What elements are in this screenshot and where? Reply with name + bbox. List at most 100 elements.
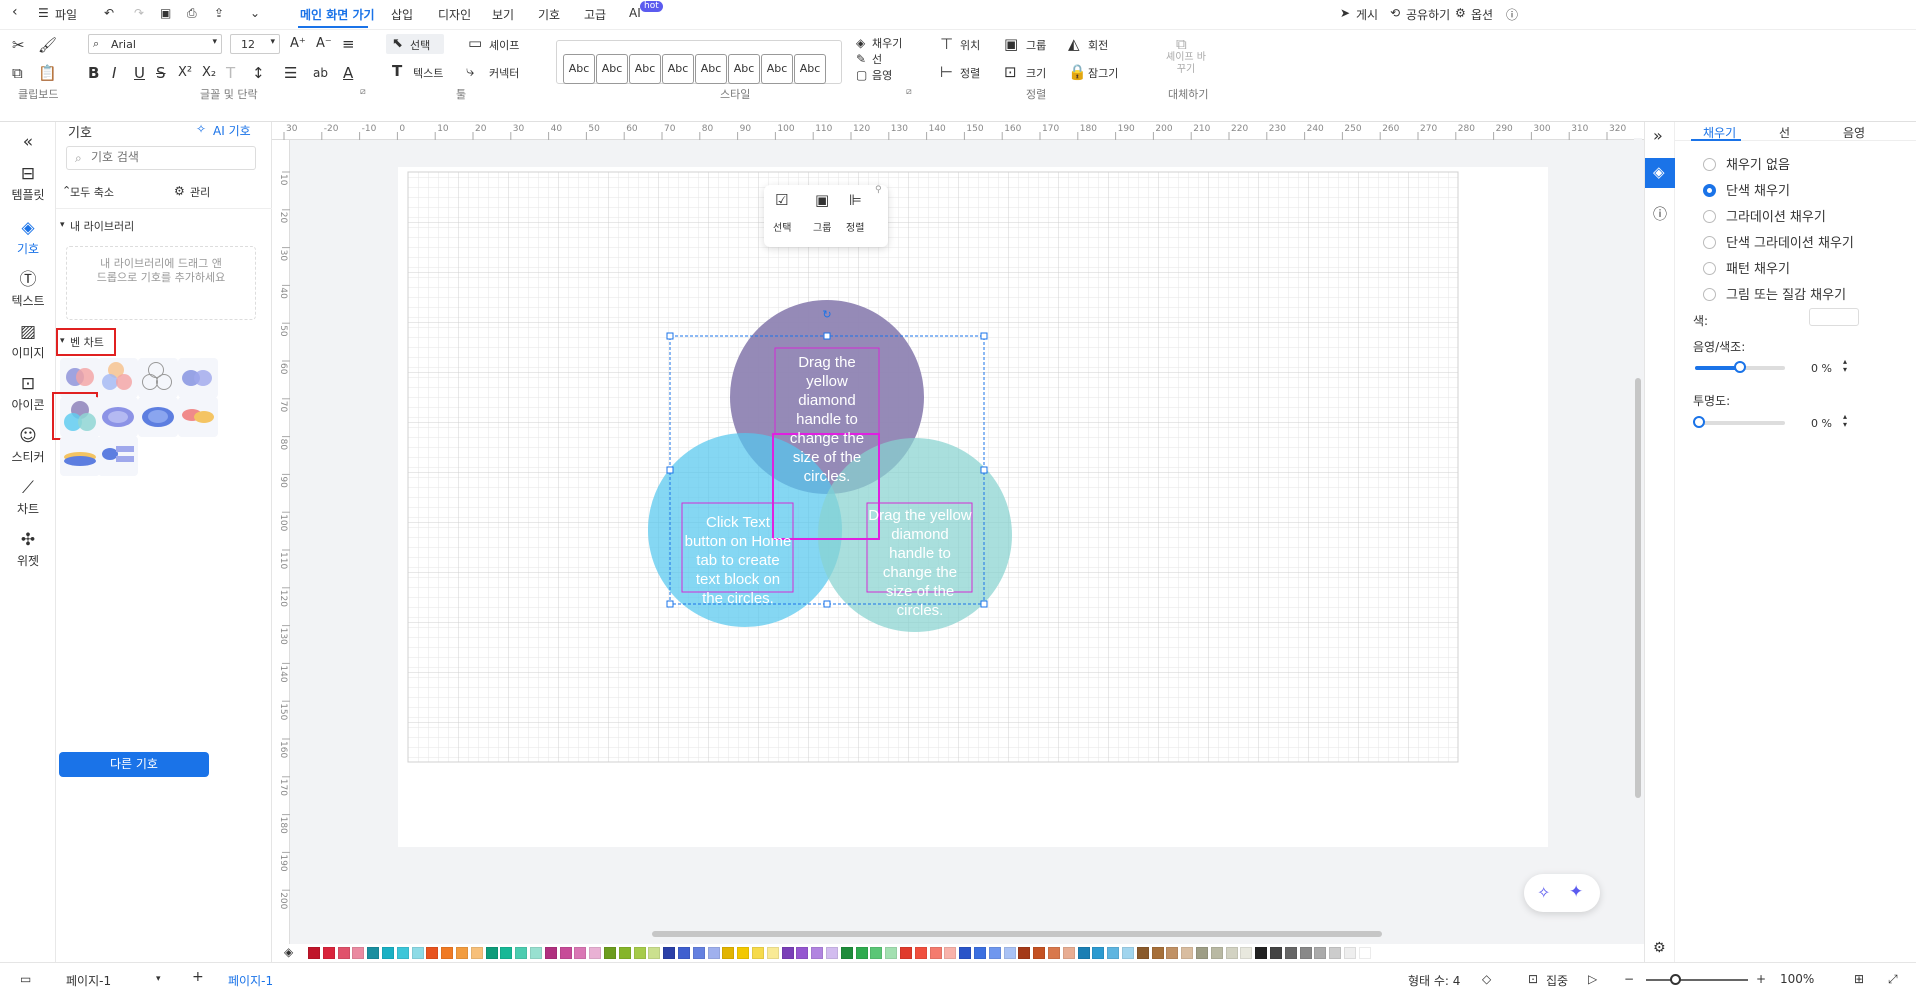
caret-down-icon[interactable]: ▾ xyxy=(60,220,65,230)
color-swatch[interactable] xyxy=(367,947,380,959)
publish-button[interactable]: 게시 xyxy=(1356,6,1378,23)
color-swatch[interactable] xyxy=(589,947,602,959)
color-swatch[interactable] xyxy=(1033,947,1046,959)
more-symbols-button[interactable]: 다른 기호 xyxy=(59,752,209,777)
sparkle-icon[interactable]: ✦ xyxy=(1569,882,1583,902)
search-box[interactable]: ⌕ xyxy=(66,146,256,170)
expand-icon[interactable]: ⧄ xyxy=(906,87,912,97)
undo-icon[interactable]: ↶ xyxy=(104,6,114,20)
expand-icon[interactable]: ⧄ xyxy=(360,87,366,97)
help-circle-icon[interactable]: ⓘ xyxy=(1653,204,1667,224)
color-swatch[interactable] xyxy=(1181,947,1194,959)
color-swatch[interactable] xyxy=(604,947,616,959)
collapse-all-button[interactable]: 모두 축소 xyxy=(70,184,114,200)
shape-tool-label[interactable]: 셰이프 xyxy=(489,37,519,53)
color-swatch[interactable] xyxy=(1240,947,1253,959)
magic-wand-icon[interactable]: ✧ xyxy=(1537,883,1550,902)
color-swatch[interactable] xyxy=(840,947,853,959)
nav-images[interactable]: ▨ 이미지 xyxy=(0,322,56,361)
slider-handle[interactable] xyxy=(1734,361,1746,373)
align-objects-icon[interactable]: ⊢ xyxy=(940,63,953,81)
color-swatch[interactable] xyxy=(1077,947,1090,959)
radio-button[interactable] xyxy=(1703,210,1716,223)
color-swatch[interactable] xyxy=(470,947,483,959)
stepper-icon[interactable]: ▴ ▾ xyxy=(1843,413,1847,429)
color-swatch[interactable] xyxy=(441,947,454,959)
print-icon[interactable]: ⎙ xyxy=(187,6,197,21)
color-swatch[interactable] xyxy=(382,947,394,959)
color-swatch[interactable] xyxy=(1809,308,1859,326)
share-button[interactable]: 공유하기 xyxy=(1406,6,1450,23)
position-button[interactable]: 위치 xyxy=(960,37,980,53)
color-swatch[interactable] xyxy=(1048,947,1060,959)
page-tab-active[interactable]: 페이지-1 xyxy=(228,972,273,989)
shadow-icon[interactable]: ▢ xyxy=(856,66,867,84)
color-swatch[interactable] xyxy=(515,947,528,959)
bullet-list-icon[interactable]: ☰ xyxy=(284,64,297,82)
color-swatch[interactable] xyxy=(1225,947,1238,959)
color-swatch[interactable] xyxy=(1166,947,1179,959)
color-swatch[interactable] xyxy=(1151,947,1164,959)
lock-button[interactable]: 잠그기 xyxy=(1088,65,1118,81)
rotate-button[interactable]: 회전 xyxy=(1088,37,1108,53)
vertical-scrollbar[interactable] xyxy=(1634,138,1642,938)
align-icon[interactable]: ≡ xyxy=(342,35,355,53)
radio-button[interactable] xyxy=(1703,262,1716,275)
nav-text[interactable]: Ⓣ 텍스트 xyxy=(0,270,56,309)
venn-text-right[interactable]: Drag the yellow diamond handle to change… xyxy=(868,506,972,620)
font-size-select[interactable]: 12 ▾ xyxy=(230,34,280,54)
tab-design[interactable]: 디자인 xyxy=(438,6,471,23)
slider-handle[interactable] xyxy=(1670,974,1681,985)
help-icon[interactable]: ⓘ xyxy=(1506,6,1518,23)
color-swatch[interactable] xyxy=(722,947,735,959)
subscript-icon[interactable]: X₂ xyxy=(202,64,216,82)
tab-home[interactable]: 메인 화면 가기 xyxy=(300,6,375,23)
style-item[interactable]: Abc xyxy=(728,54,760,84)
transparency-slider[interactable] xyxy=(1693,416,1785,428)
color-swatch[interactable] xyxy=(707,947,720,959)
color-swatch[interactable] xyxy=(900,947,912,959)
caret-down-icon[interactable]: ▾ xyxy=(60,336,65,346)
venn-symbol-5[interactable] xyxy=(60,397,100,437)
style-item[interactable]: Abc xyxy=(596,54,628,84)
strikethrough-icon[interactable]: S xyxy=(156,64,166,82)
color-swatch[interactable] xyxy=(500,947,513,959)
tab-shadow[interactable]: 음영 xyxy=(1843,124,1865,141)
color-swatch[interactable] xyxy=(396,947,409,959)
zoom-in-icon[interactable]: + xyxy=(1756,972,1766,986)
color-swatch[interactable] xyxy=(1344,947,1356,959)
group-button[interactable]: 그룹 xyxy=(1026,37,1046,53)
color-swatch[interactable] xyxy=(530,947,542,959)
color-swatch[interactable] xyxy=(737,947,750,959)
fullscreen-icon[interactable]: ⤢ xyxy=(1888,972,1898,987)
gear-icon[interactable]: ⚙ xyxy=(1653,940,1666,956)
nav-templates[interactable]: ⊟ 템플릿 xyxy=(0,164,56,203)
color-swatch[interactable] xyxy=(411,947,424,959)
redo-icon[interactable]: ↷ xyxy=(134,6,144,20)
color-swatch[interactable] xyxy=(1255,947,1268,959)
file-menu[interactable]: 파일 xyxy=(55,6,77,23)
color-swatch[interactable] xyxy=(1270,947,1282,959)
zoom-slider[interactable] xyxy=(1646,974,1748,985)
color-swatch[interactable] xyxy=(1092,947,1105,959)
color-swatch[interactable] xyxy=(1062,947,1075,959)
color-swatch[interactable] xyxy=(1003,947,1016,959)
font-color-icon[interactable]: A xyxy=(343,64,353,82)
group-icon[interactable]: ▣ xyxy=(815,191,829,209)
venn-symbol-7[interactable] xyxy=(138,397,178,437)
text-tool-label[interactable]: 텍스트 xyxy=(413,65,443,81)
checkbox-icon[interactable]: ☑ xyxy=(775,191,788,209)
fit-page-icon[interactable]: ⊞ xyxy=(1854,972,1864,986)
color-swatch[interactable] xyxy=(811,947,824,959)
color-swatch[interactable] xyxy=(1314,947,1327,959)
radio-button-selected[interactable] xyxy=(1703,184,1716,197)
color-swatch[interactable] xyxy=(781,947,794,959)
tab-advanced[interactable]: 고급 xyxy=(584,6,606,23)
stepper-icon[interactable]: ▴ ▾ xyxy=(1843,358,1847,374)
color-swatch[interactable] xyxy=(1196,947,1208,959)
increase-font-icon[interactable]: A⁺ xyxy=(290,35,306,53)
save-icon[interactable]: ▣ xyxy=(160,6,171,20)
gear-icon[interactable]: ⚙ xyxy=(1455,6,1466,20)
color-swatch[interactable] xyxy=(1122,947,1134,959)
color-swatch[interactable] xyxy=(988,947,1001,959)
